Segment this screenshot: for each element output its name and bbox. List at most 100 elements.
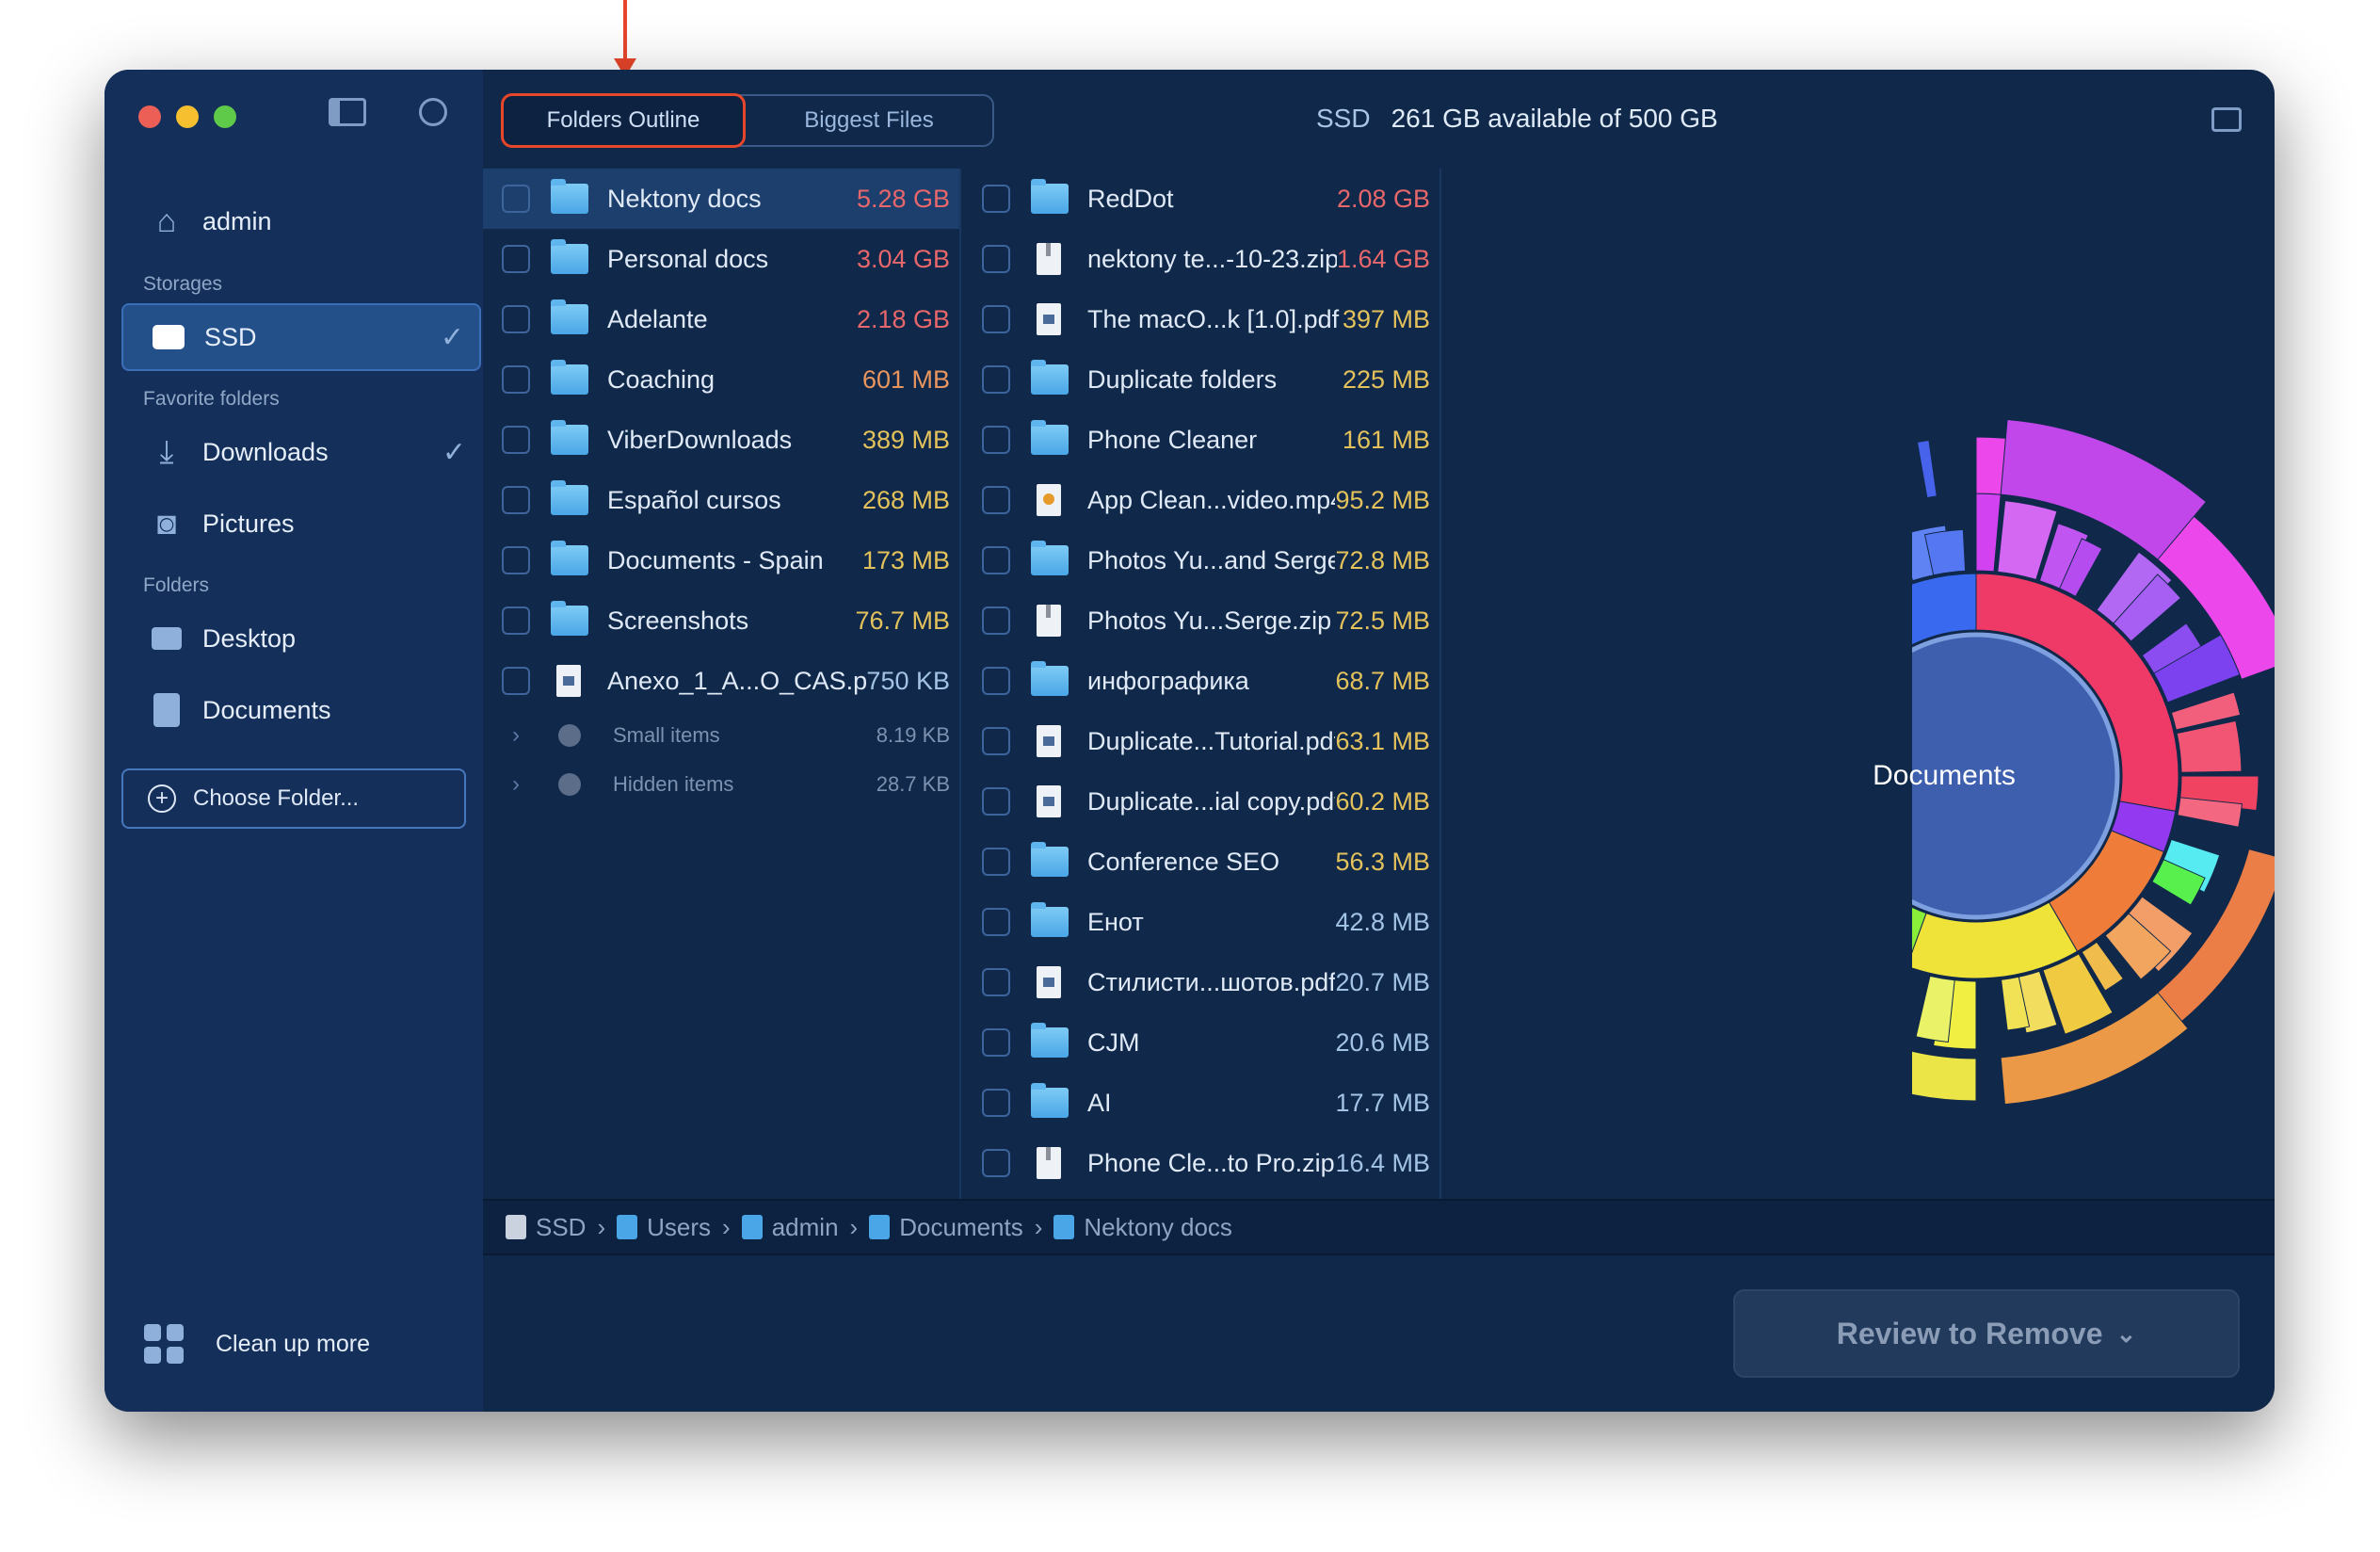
sidebar-item-desktop[interactable]: Desktop <box>121 605 481 672</box>
list-item[interactable]: Personal docs 3.04 GB <box>483 229 959 289</box>
feedback-icon[interactable] <box>2211 107 2242 132</box>
tab-biggest-files[interactable]: Biggest Files <box>746 96 992 145</box>
checkbox[interactable] <box>502 426 530 454</box>
list-item[interactable]: Phone Cleaner 161 MB <box>963 410 1439 470</box>
checkbox[interactable] <box>502 365 530 394</box>
list-item[interactable]: Conference SEO 56.3 MB <box>963 832 1439 892</box>
collapsed-group[interactable]: › Hidden items 28.7 KB <box>483 760 959 809</box>
checkbox[interactable] <box>982 848 1010 876</box>
checkbox[interactable] <box>982 727 1010 755</box>
checkbox[interactable] <box>502 546 530 574</box>
group-size: 28.7 KB <box>876 772 950 796</box>
sunburst-segment[interactable] <box>1975 493 2002 573</box>
item-name: RedDot <box>1087 184 1174 213</box>
sunburst-chart[interactable] <box>1912 169 2275 1200</box>
item-size: 1.64 GB <box>1336 244 1430 273</box>
list-item[interactable]: Duplicate...ial copy.pdf 60.2 MB <box>963 771 1439 832</box>
checkbox[interactable] <box>502 305 530 333</box>
sidebar-item-documents[interactable]: Documents <box>121 676 481 744</box>
folder-icon <box>1031 661 1069 696</box>
item-size: 68.7 MB <box>1335 666 1430 695</box>
checkbox[interactable] <box>982 1028 1010 1057</box>
sidebar-item-pictures[interactable]: ◙ Pictures <box>121 490 481 558</box>
checkbox[interactable] <box>502 185 530 213</box>
checkbox[interactable] <box>982 908 1010 936</box>
collapsed-group[interactable]: › Small items 8.19 KB <box>483 711 959 760</box>
list-item[interactable]: Anexo_1_A...O_CAS.pdf 750 KB <box>483 651 959 711</box>
sunburst-segment[interactable] <box>1915 975 1955 1043</box>
checkbox[interactable] <box>982 1089 1010 1117</box>
chevron-right-icon[interactable]: › <box>502 722 530 749</box>
breadcrumb-item[interactable]: SSD › <box>506 1213 617 1242</box>
checkbox[interactable] <box>982 606 1010 635</box>
item-size: 72.8 MB <box>1335 545 1430 574</box>
list-item[interactable]: Adelante 2.18 GB <box>483 289 959 349</box>
checkbox[interactable] <box>982 787 1010 816</box>
review-to-remove-button[interactable]: Review to Remove ⌄ <box>1733 1289 2240 1378</box>
sunburst-segment[interactable] <box>2176 719 2243 773</box>
list-item[interactable]: Енот 42.8 MB <box>963 892 1439 952</box>
list-item[interactable]: Español cursos 268 MB <box>483 470 959 530</box>
list-item[interactable]: Phone Cle...to Pro.zip 16.4 MB <box>963 1133 1439 1193</box>
tab-folders-outline[interactable]: Folders Outline <box>501 93 746 148</box>
checkbox[interactable] <box>502 667 530 695</box>
list-item[interactable]: ViberDownloads 389 MB <box>483 410 959 470</box>
checkbox[interactable] <box>982 185 1010 213</box>
sidebar-item-label: Documents <box>202 695 331 724</box>
clock-back-icon[interactable] <box>419 98 447 126</box>
close-button[interactable] <box>138 105 161 128</box>
list-item[interactable]: Screenshots 76.7 MB <box>483 590 959 651</box>
chevron-right-icon[interactable]: › <box>502 771 530 798</box>
checkbox[interactable] <box>502 245 530 273</box>
list-item[interactable]: Duplicate folders 225 MB <box>963 349 1439 410</box>
list-item[interactable]: Стилисти...шотов.pdf 20.7 MB <box>963 952 1439 1012</box>
item-name: CJM <box>1087 1027 1140 1057</box>
checkbox[interactable] <box>982 968 1010 996</box>
checkbox[interactable] <box>502 606 530 635</box>
checkbox[interactable] <box>982 245 1010 273</box>
checkbox[interactable] <box>982 667 1010 695</box>
list-item[interactable]: The macO...k [1.0].pdf 397 MB <box>963 289 1439 349</box>
sidebar-item-admin[interactable]: ⌂ admin <box>121 187 481 255</box>
breadcrumb-item[interactable]: Users › <box>617 1213 742 1242</box>
clean-up-more-button[interactable]: Clean up more <box>144 1324 370 1364</box>
item-name: Duplicate folders <box>1087 364 1278 394</box>
list-item[interactable]: RedDot 2.08 GB <box>963 169 1439 229</box>
minimize-button[interactable] <box>176 105 199 128</box>
chevron-down-icon: ⌄ <box>2115 1318 2137 1348</box>
list-item[interactable]: CJM 20.6 MB <box>963 1012 1439 1073</box>
breadcrumb-item[interactable]: admin › <box>741 1213 870 1242</box>
breadcrumb-item[interactable]: Nektony docs <box>1053 1213 1232 1242</box>
pdf-file-icon <box>1037 725 1061 757</box>
sidebar-item-label: Downloads <box>202 437 329 466</box>
checkbox[interactable] <box>982 486 1010 514</box>
pdf-file-icon <box>1037 966 1061 998</box>
list-item[interactable]: AI 17.7 MB <box>963 1073 1439 1133</box>
sunburst-segment[interactable] <box>1916 439 1938 499</box>
checkbox[interactable] <box>982 546 1010 574</box>
sidebar-item-ssd[interactable]: SSD ✓ <box>121 303 481 371</box>
item-size: 173 MB <box>861 545 950 574</box>
choose-folder-button[interactable]: + Choose Folder... <box>121 768 466 829</box>
item-size: 17.7 MB <box>1335 1088 1430 1117</box>
list-item[interactable]: Documents - Spain 173 MB <box>483 530 959 590</box>
sunburst-segment[interactable] <box>1912 1042 1977 1102</box>
sidebar-item-downloads[interactable]: ⤓ Downloads ✓ <box>121 418 481 486</box>
list-item[interactable]: инфографика 68.7 MB <box>963 651 1439 711</box>
checkbox[interactable] <box>502 486 530 514</box>
zoom-button[interactable] <box>214 105 236 128</box>
list-item[interactable]: Duplicate...Tutorial.pdf 63.1 MB <box>963 711 1439 771</box>
checkbox[interactable] <box>982 426 1010 454</box>
breadcrumb-item[interactable]: Documents › <box>869 1213 1053 1242</box>
list-item[interactable]: App Clean...video.mp4 95.2 MB <box>963 470 1439 530</box>
list-item[interactable]: Nektony docs 5.28 GB <box>483 169 959 229</box>
list-item[interactable]: Coaching 601 MB <box>483 349 959 410</box>
checkbox[interactable] <box>982 1149 1010 1177</box>
checkmark-icon: ✓ <box>442 436 466 468</box>
list-item[interactable]: Photos Yu...and Serge 72.8 MB <box>963 530 1439 590</box>
list-item[interactable]: Photos Yu...Serge.zip 72.5 MB <box>963 590 1439 651</box>
list-item[interactable]: nektony te...-10-23.zip 1.64 GB <box>963 229 1439 289</box>
sidebar-toggle-icon[interactable] <box>329 98 366 126</box>
checkbox[interactable] <box>982 305 1010 333</box>
checkbox[interactable] <box>982 365 1010 394</box>
